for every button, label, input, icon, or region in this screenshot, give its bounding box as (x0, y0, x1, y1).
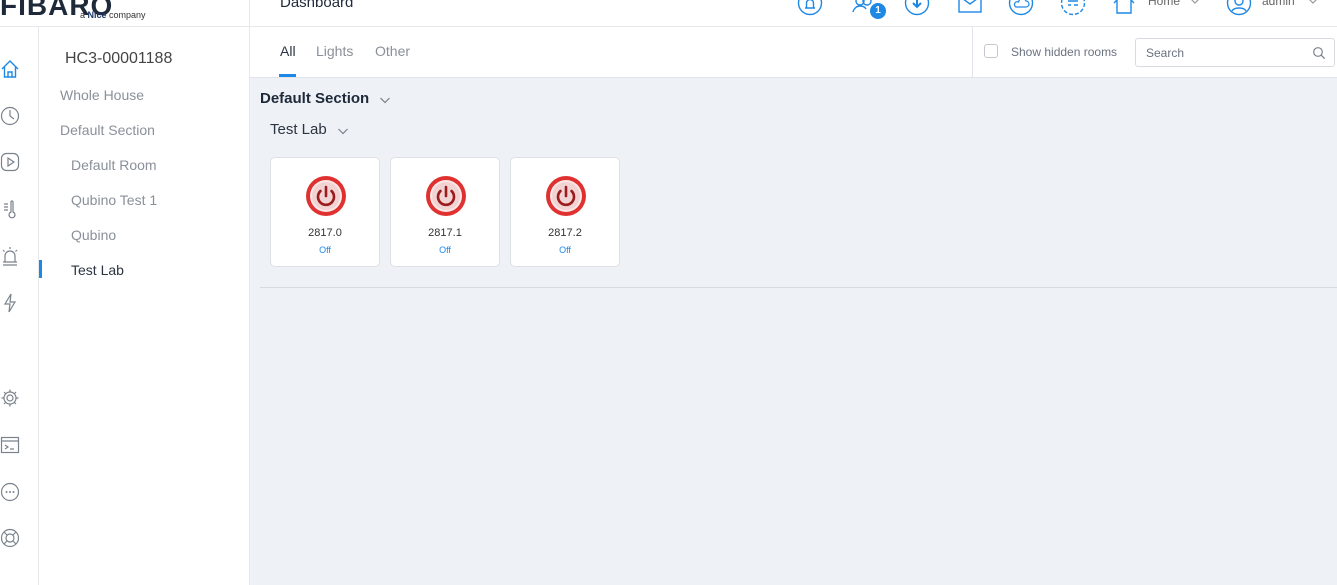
scheduler-icon[interactable] (0, 106, 20, 126)
tab-lights[interactable]: Lights (316, 43, 353, 59)
header-divider (249, 0, 250, 27)
help-lifebuoy-icon[interactable] (0, 528, 20, 548)
tab-all[interactable]: All (280, 43, 296, 59)
dashboard-home-icon[interactable] (0, 59, 20, 79)
device-tile[interactable]: 2817.2 Off (510, 157, 620, 267)
search-input[interactable] (1136, 39, 1306, 66)
room-title[interactable]: Test Lab (270, 121, 327, 138)
power-button-icon[interactable] (544, 174, 588, 218)
active-indicator (39, 260, 42, 278)
section-title[interactable]: Default Section (260, 90, 369, 107)
user-avatar-icon[interactable] (1226, 0, 1252, 16)
device-state: Off (319, 245, 331, 255)
section-divider (260, 287, 1337, 288)
active-tab-underline (279, 74, 296, 77)
home-icon[interactable] (1111, 0, 1137, 16)
page-title: Dashboard (280, 0, 354, 11)
main-content: All Lights Other Show hidden rooms Defau… (250, 27, 1337, 585)
device-name: 2817.2 (548, 227, 582, 239)
search-icon[interactable] (1312, 46, 1326, 60)
sidebar-item-qubino-test-1[interactable]: Qubino Test 1 (71, 192, 157, 208)
top-header: FIBARO a Nice company Dashboard 1 Home a… (0, 0, 1337, 27)
scenes-play-icon[interactable] (0, 152, 20, 172)
messages-icon[interactable] (957, 0, 983, 16)
chevron-down-icon[interactable] (1190, 0, 1200, 6)
settings-gear-icon[interactable] (0, 388, 20, 408)
search-box (1135, 38, 1335, 67)
sidebar-item-default-room[interactable]: Default Room (71, 157, 157, 173)
sidebar-item-default-section[interactable]: Default Section (60, 122, 155, 138)
show-hidden-rooms-label[interactable]: Show hidden rooms (1011, 45, 1117, 59)
device-name: 2817.0 (308, 227, 342, 239)
chevron-down-icon[interactable] (379, 94, 391, 106)
tab-other[interactable]: Other (375, 43, 410, 59)
device-name: 2817.1 (428, 227, 462, 239)
logo-tagline: a Nice company (80, 10, 146, 20)
energy-bolt-icon[interactable] (0, 293, 20, 313)
weather-icon[interactable] (1008, 0, 1034, 16)
chevron-down-icon[interactable] (337, 125, 349, 137)
device-state: Off (439, 245, 451, 255)
home-select[interactable]: Home (1148, 0, 1180, 8)
filter-tabbar: All Lights Other Show hidden rooms (250, 27, 1337, 78)
sidebar-item-whole-house[interactable]: Whole House (60, 87, 144, 103)
device-tile[interactable]: 2817.1 Off (390, 157, 500, 267)
sidebar-item-qubino[interactable]: Qubino (71, 227, 116, 243)
notification-badge: 1 (870, 3, 886, 19)
sidebar-item-test-lab[interactable]: Test Lab (71, 262, 124, 278)
icon-rail (0, 27, 39, 585)
power-button-icon[interactable] (424, 174, 468, 218)
download-icon[interactable] (904, 0, 930, 16)
room-sidebar: HC3-00001188 Whole House Default Section… (39, 27, 250, 585)
profiles-icon[interactable] (1060, 0, 1086, 16)
alarm-icon[interactable] (797, 0, 823, 16)
fibaro-logo[interactable]: FIBARO a Nice company (0, 0, 146, 26)
alarm-siren-icon[interactable] (0, 246, 20, 266)
device-state: Off (559, 245, 571, 255)
chevron-down-icon[interactable] (1308, 0, 1318, 6)
user-select[interactable]: admin (1262, 0, 1295, 8)
device-tile[interactable]: 2817.0 Off (270, 157, 380, 267)
climate-thermometer-icon[interactable] (0, 199, 20, 219)
tabbar-divider (972, 27, 973, 78)
power-button-icon[interactable] (304, 174, 348, 218)
more-options-icon[interactable] (0, 482, 20, 502)
controller-name: HC3-00001188 (65, 50, 173, 67)
show-hidden-rooms-checkbox[interactable] (984, 44, 998, 58)
terminal-icon[interactable] (0, 435, 20, 455)
